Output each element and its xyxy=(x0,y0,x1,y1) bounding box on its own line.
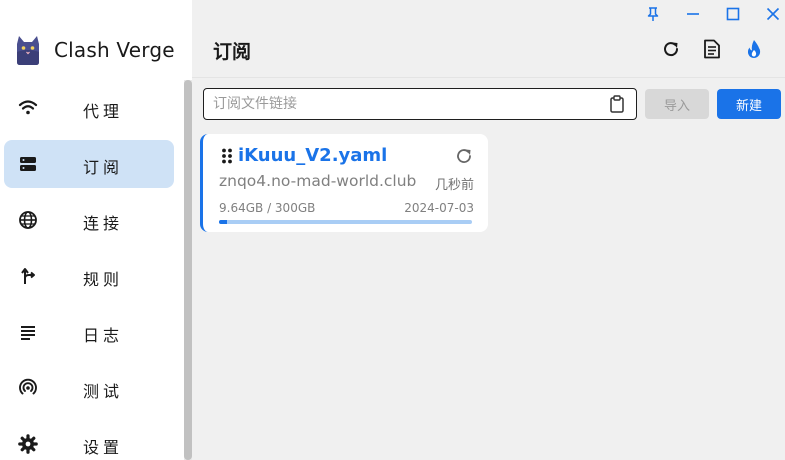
refresh-all-icon[interactable] xyxy=(660,38,682,60)
header-divider xyxy=(192,77,785,78)
usage-progress-fill xyxy=(219,220,228,224)
pin-icon[interactable] xyxy=(645,6,661,22)
page-title: 订阅 xyxy=(213,41,252,63)
fire-icon[interactable] xyxy=(743,38,765,60)
subscription-url-input[interactable] xyxy=(213,94,593,114)
profile-expire-date: 2024-07-03 xyxy=(404,201,474,215)
profile-card[interactable]: iKuuu_V2.yaml znqo4.no-mad-world.club 几秒… xyxy=(200,134,488,232)
maximize-icon[interactable] xyxy=(725,6,741,22)
cat-logo-icon xyxy=(17,36,39,65)
sidebar-item-test[interactable]: 测试 xyxy=(4,364,174,412)
profile-usage: 9.64GB / 300GB xyxy=(219,201,316,215)
sidebar-item-settings[interactable]: 设置 xyxy=(4,420,174,460)
sidebar-item-proxy[interactable]: 代理 xyxy=(4,84,174,132)
drag-handle-icon[interactable] xyxy=(221,148,233,164)
document-icon[interactable] xyxy=(701,38,723,60)
lines-icon xyxy=(21,326,35,340)
profile-updated-time: 几秒前 xyxy=(434,178,474,193)
sidebar-item-label: 规则 xyxy=(83,270,124,289)
subscription-url-field[interactable] xyxy=(203,88,637,120)
sidebar-nav: 代理 订阅 连接 规则 日志 测试 设置 xyxy=(4,84,174,460)
app-logo: Clash Verge xyxy=(12,34,175,66)
close-icon[interactable] xyxy=(765,6,781,22)
new-profile-button[interactable]: 新建 xyxy=(717,89,781,119)
radar-icon xyxy=(19,378,37,395)
sidebar: Clash Verge 代理 订阅 连接 规则 日志 测试 设置 xyxy=(0,0,192,460)
profile-host: znqo4.no-mad-world.club xyxy=(219,172,417,190)
sidebar-item-label: 日志 xyxy=(83,326,124,345)
sidebar-item-label: 代理 xyxy=(83,102,124,121)
gear-icon xyxy=(18,434,38,454)
sidebar-item-label: 连接 xyxy=(83,214,124,233)
sidebar-item-rules[interactable]: 规则 xyxy=(4,252,174,300)
globe-icon xyxy=(19,211,37,229)
sidebar-item-profiles[interactable]: 订阅 xyxy=(4,140,174,188)
sidebar-item-label: 设置 xyxy=(83,438,124,457)
sidebar-item-label: 订阅 xyxy=(83,158,124,177)
import-button[interactable]: 导入 xyxy=(645,89,709,119)
profile-name: iKuuu_V2.yaml xyxy=(238,145,388,166)
minimize-icon[interactable] xyxy=(685,6,701,22)
usage-progress-bar xyxy=(219,220,472,224)
sidebar-item-logs[interactable]: 日志 xyxy=(4,308,174,356)
fork-icon xyxy=(21,268,35,284)
wifi-icon xyxy=(18,100,38,115)
sidebar-scrollbar-thumb[interactable] xyxy=(184,80,192,460)
sidebar-item-connections[interactable]: 连接 xyxy=(4,196,174,244)
sidebar-item-label: 测试 xyxy=(83,382,124,401)
dns-icon xyxy=(20,157,36,171)
refresh-icon[interactable] xyxy=(455,147,473,165)
app-name: Clash Verge xyxy=(54,38,175,62)
clipboard-icon[interactable] xyxy=(609,95,625,113)
